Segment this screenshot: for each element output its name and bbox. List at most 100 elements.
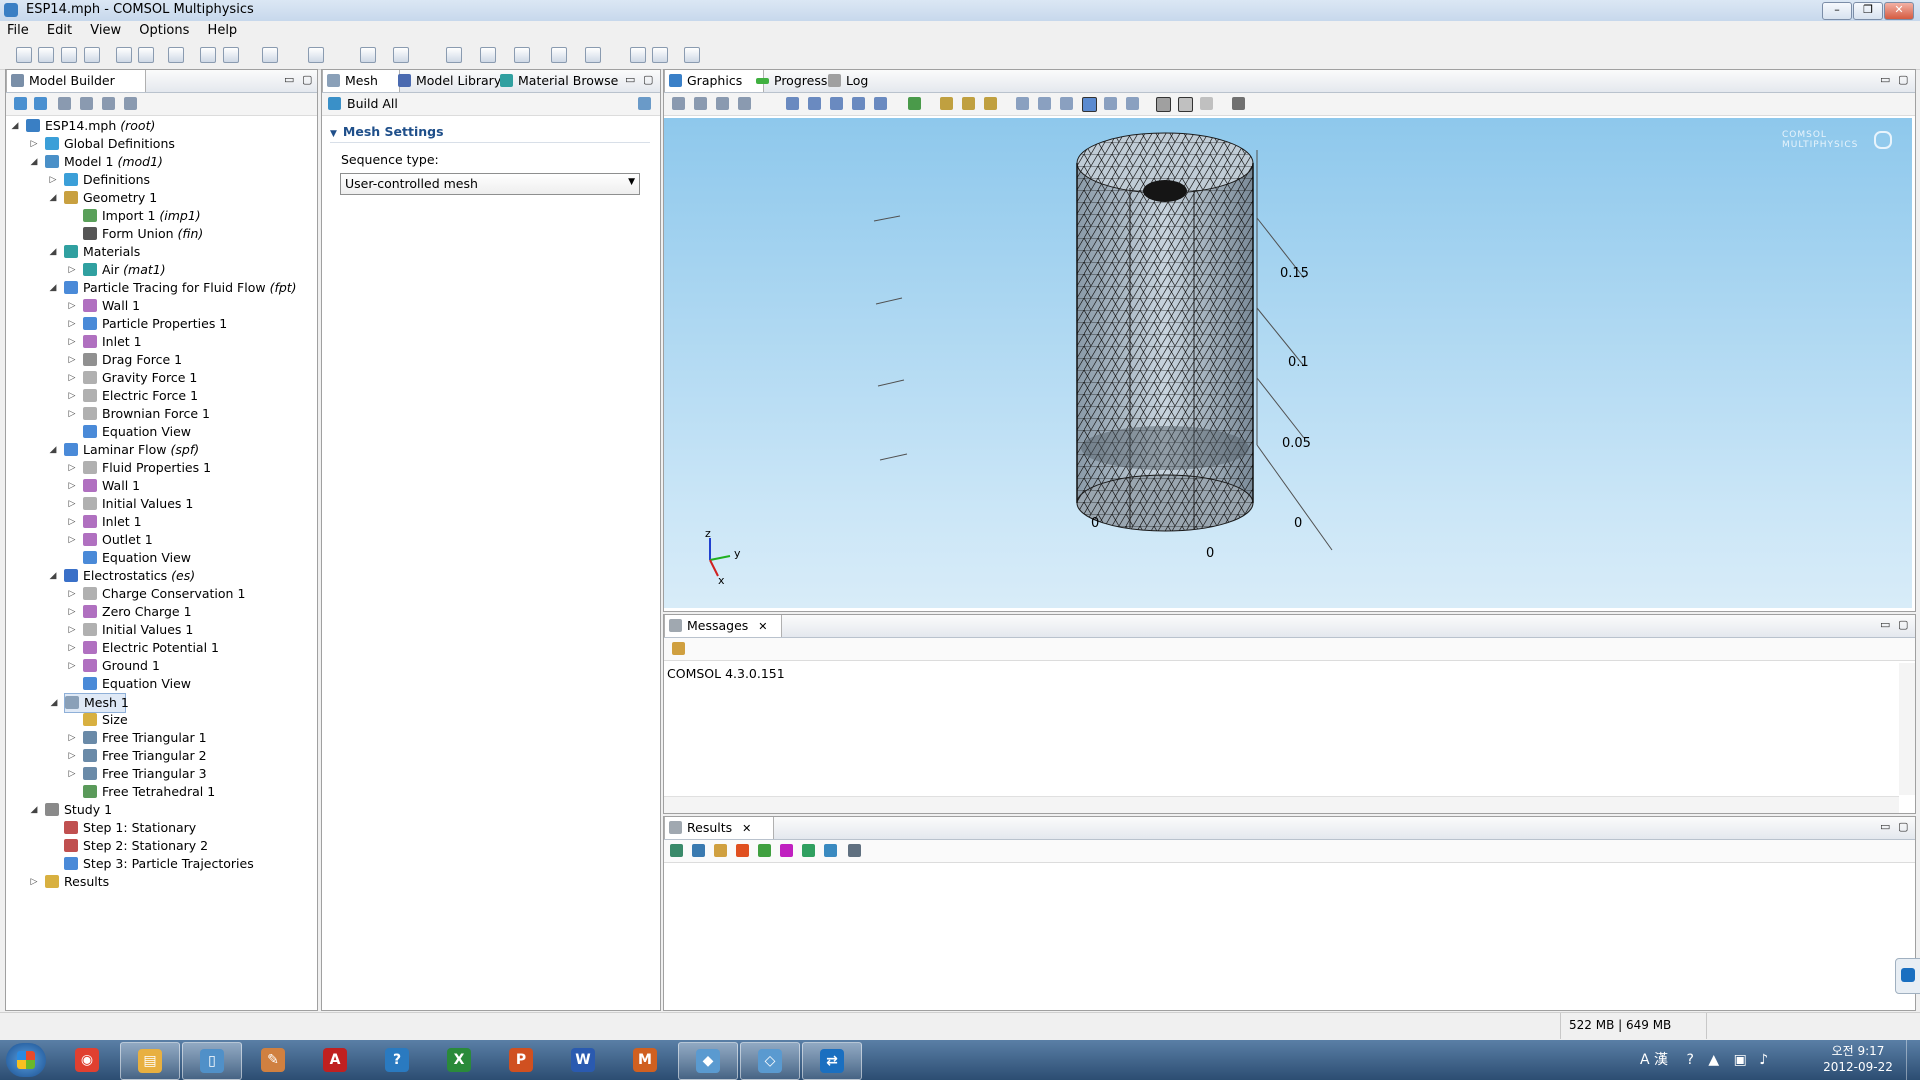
geometry-icon[interactable] (308, 47, 324, 63)
collapse-arrow-icon[interactable]: ◢ (48, 243, 58, 261)
tree-item[interactable]: ▷ Wall 1 (69, 477, 323, 495)
select-icon[interactable] (672, 97, 685, 110)
expand-arrow-icon[interactable]: ▷ (67, 621, 77, 639)
link-icon[interactable] (652, 47, 668, 63)
maximize-panel-icon[interactable]: ▢ (643, 73, 653, 86)
wireframe-icon[interactable] (1060, 97, 1073, 110)
tray-expand-icon[interactable]: ▲ (1708, 1052, 1719, 1068)
help-panel-icon[interactable] (638, 97, 651, 110)
taskbar-paint-button[interactable]: ✎ (244, 1042, 302, 1078)
taskbar-help-button[interactable]: ? (368, 1042, 426, 1078)
maximize-panel-icon[interactable]: ▢ (1898, 73, 1908, 86)
language-icon[interactable]: A 漢 (1640, 1052, 1668, 1068)
taskbar-explorer-button[interactable]: ▤ (120, 1042, 180, 1080)
menu-file[interactable]: File (0, 21, 36, 40)
expand-all-icon[interactable] (102, 97, 115, 110)
taskbar-matlab-button[interactable]: M (616, 1042, 674, 1078)
export-icon[interactable] (551, 47, 567, 63)
tree-item[interactable]: ▷ Brownian Force 1 (69, 405, 323, 423)
tree-item[interactable]: ▷ Drag Force 1 (69, 351, 323, 369)
tree-item[interactable]: ▷ Definitions (50, 171, 304, 189)
taskbar-comsol-button[interactable]: ◆ (678, 1042, 738, 1080)
expand-arrow-icon[interactable]: ▷ (67, 261, 77, 279)
menu-edit[interactable]: Edit (40, 21, 79, 40)
expand-arrow-icon[interactable]: ▷ (67, 459, 77, 477)
tree-item[interactable]: ◢ Mesh 1 (51, 693, 129, 713)
expand-arrow-icon[interactable]: ▷ (67, 315, 77, 333)
sequence-type-select[interactable]: User-controlled mesh ▼ (340, 173, 640, 195)
tree-item[interactable]: ▷ Charge Conservation 1 (69, 585, 323, 603)
tree-item[interactable]: ▷ Ground 1 (69, 657, 323, 675)
study-icon[interactable] (480, 47, 496, 63)
expand-arrow-icon[interactable]: ▷ (67, 729, 77, 747)
tab-results[interactable]: Results ✕ (664, 817, 774, 839)
taskbar-powerpoint-button[interactable]: P (492, 1042, 550, 1078)
window-layout-icon[interactable] (630, 47, 646, 63)
tree-item[interactable]: ▷ Free Triangular 1 (69, 729, 323, 747)
tab-mesh[interactable]: Mesh (322, 70, 400, 92)
tree-item[interactable]: ◢ Materials (50, 243, 304, 261)
expand-arrow-icon[interactable]: ▷ (29, 873, 39, 891)
volume-icon[interactable]: ♪ (1759, 1052, 1768, 1068)
visibility-icon[interactable] (694, 97, 707, 110)
tree-item[interactable]: Form Union (fin) (83, 225, 323, 243)
transparency-icon[interactable] (1038, 97, 1051, 110)
tree-item[interactable]: ◢ Study 1 (31, 801, 285, 819)
minimize-panel-icon[interactable]: ▭ (1880, 73, 1890, 86)
save-icon[interactable] (61, 47, 77, 63)
tree-item[interactable]: ▷ Fluid Properties 1 (69, 459, 323, 477)
color-icon[interactable] (780, 844, 793, 857)
tree-item[interactable]: Step 1: Stationary (64, 819, 304, 837)
back-icon[interactable] (14, 97, 27, 110)
mesh-settings-section[interactable]: ▼ Mesh Settings (330, 122, 650, 143)
tree-item[interactable]: ◢ ESP14.mph (root) (12, 117, 266, 135)
clear-messages-icon[interactable] (672, 642, 685, 655)
clock[interactable]: 오전 9:17 2012-09-22 (1818, 1043, 1898, 1075)
parameters-icon[interactable] (585, 47, 601, 63)
messages-hscrollbar[interactable] (664, 796, 1899, 813)
material-icon[interactable] (360, 47, 376, 63)
expand-arrow-icon[interactable]: ▷ (67, 297, 77, 315)
start-button[interactable] (6, 1043, 46, 1077)
zoom-out-icon[interactable] (808, 97, 821, 110)
zoom-box-icon[interactable] (830, 97, 843, 110)
tree-item[interactable]: ▷ Initial Values 1 (69, 495, 323, 513)
tree-item[interactable]: ▷ Air (mat1) (69, 261, 323, 279)
expand-arrow-icon[interactable]: ▷ (67, 477, 77, 495)
tree-item[interactable]: Step 3: Particle Trajectories (64, 855, 304, 873)
camera-icon[interactable] (1232, 97, 1245, 110)
expand-arrow-icon[interactable]: ▷ (67, 369, 77, 387)
help-icon[interactable] (200, 47, 216, 63)
view-xy-icon[interactable] (940, 97, 953, 110)
messages-scrollbar[interactable] (1899, 663, 1915, 795)
tree-item[interactable]: ▷ Outlet 1 (69, 531, 323, 549)
menu-options[interactable]: Options (132, 21, 196, 40)
toggle-view-icon[interactable] (684, 47, 700, 63)
show-desktop-button[interactable] (1906, 1040, 1920, 1080)
export-table-icon[interactable] (824, 844, 837, 857)
tab-material-browser[interactable]: Material Browse (496, 70, 634, 92)
collapse-arrow-icon[interactable]: ◢ (48, 441, 58, 459)
tree-item[interactable]: ▷ Free Triangular 2 (69, 747, 323, 765)
tab-messages[interactable]: Messages ✕ (664, 615, 782, 637)
collapse-arrow-icon[interactable]: ◢ (29, 153, 39, 171)
tree-item[interactable]: Equation View (83, 549, 323, 567)
expand-arrow-icon[interactable]: ▷ (67, 603, 77, 621)
view-zx-icon[interactable] (984, 97, 997, 110)
clear-table-icon[interactable] (714, 844, 727, 857)
tree-item[interactable]: Equation View (83, 675, 323, 693)
tree-item[interactable]: ▷ Electric Force 1 (69, 387, 323, 405)
zoom-extents-icon[interactable] (874, 97, 887, 110)
menu-help[interactable]: Help (201, 21, 245, 40)
close-tab-icon[interactable]: ✕ (758, 620, 767, 633)
maximize-button[interactable]: ❐ (1853, 2, 1883, 20)
network-icon[interactable]: ▣ (1734, 1052, 1747, 1068)
render-mesh-icon[interactable] (1082, 97, 1097, 112)
tab-model-library[interactable]: Model Library (394, 70, 510, 92)
sort-icon[interactable] (124, 97, 137, 110)
zoom-selected-icon[interactable] (852, 97, 865, 110)
menu-view[interactable]: View (83, 21, 128, 40)
tree-item[interactable]: ◢ Geometry 1 (50, 189, 304, 207)
taskbar-notepad-button[interactable]: ▯ (182, 1042, 242, 1080)
collapse-arrow-icon[interactable]: ◢ (49, 694, 59, 712)
